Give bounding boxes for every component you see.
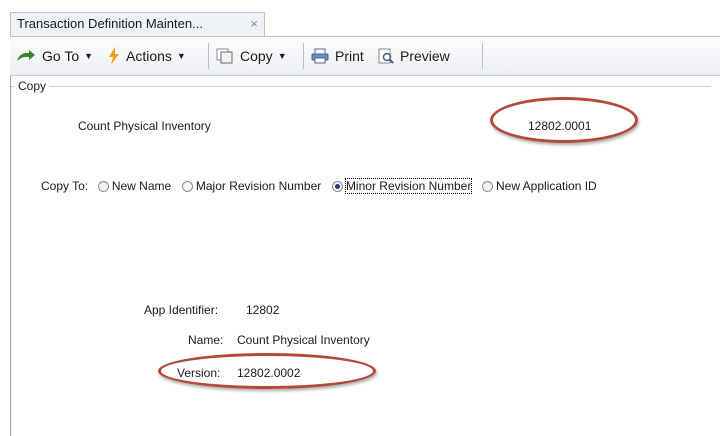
copy-to-row: Copy To: New Name Major Revision Number … bbox=[41, 178, 597, 194]
group-divider bbox=[11, 86, 711, 87]
copy-group-label: Copy bbox=[15, 79, 50, 93]
chevron-down-icon: ▼ bbox=[84, 51, 94, 61]
print-button[interactable]: Print bbox=[311, 37, 364, 75]
copy-panel: Copy Count Physical Inventory 12802.0001… bbox=[10, 76, 720, 436]
copy-label: Copy bbox=[240, 48, 273, 64]
radio-minor-revision[interactable]: Minor Revision Number bbox=[331, 178, 473, 194]
app-identifier-label: App Identifier: bbox=[144, 303, 219, 317]
chevron-down-icon: ▼ bbox=[277, 51, 287, 61]
copy-button[interactable]: Copy ▼ bbox=[216, 37, 287, 75]
radio-new-name[interactable]: New Name bbox=[97, 179, 171, 193]
preview-label: Preview bbox=[400, 48, 450, 64]
actions-bolt-icon bbox=[109, 47, 119, 65]
radio-major-revision[interactable]: Major Revision Number bbox=[181, 179, 321, 193]
toolbar-separator bbox=[482, 43, 483, 69]
source-name: Count Physical Inventory bbox=[78, 119, 211, 133]
toolbar: Go To ▼ Actions ▼ Copy ▼ Print Preview bbox=[10, 36, 720, 76]
actions-button[interactable]: Actions ▼ bbox=[108, 37, 186, 75]
tab-transaction-definition[interactable]: Transaction Definition Mainten... × bbox=[10, 12, 265, 36]
name-value: Count Physical Inventory bbox=[237, 333, 370, 347]
radio-new-application-id[interactable]: New Application ID bbox=[482, 179, 597, 193]
name-label: Name: bbox=[188, 333, 224, 347]
app-identifier-value: 12802 bbox=[246, 303, 280, 317]
highlight-ellipse-version bbox=[158, 353, 376, 389]
radio-circle-selected bbox=[331, 181, 343, 192]
printer-icon bbox=[311, 48, 329, 64]
toolbar-separator bbox=[208, 43, 209, 69]
actions-label: Actions bbox=[126, 48, 172, 64]
toolbar-separator bbox=[303, 43, 304, 69]
copy-icon bbox=[216, 48, 233, 64]
preview-button[interactable]: Preview bbox=[378, 37, 450, 75]
print-label: Print bbox=[335, 48, 364, 64]
radio-circle bbox=[181, 181, 193, 192]
close-icon[interactable]: × bbox=[250, 13, 258, 35]
tab-title: Transaction Definition Mainten... bbox=[17, 16, 203, 31]
tab-strip: Transaction Definition Mainten... × bbox=[0, 0, 720, 36]
highlight-ellipse-source-version bbox=[490, 97, 638, 143]
go-to-button[interactable]: Go To ▼ bbox=[16, 37, 93, 75]
preview-magnifier-icon bbox=[378, 48, 394, 64]
go-to-label: Go To bbox=[42, 48, 80, 64]
radio-circle bbox=[482, 181, 493, 192]
chevron-down-icon: ▼ bbox=[176, 51, 186, 61]
go-to-arrow-icon bbox=[17, 50, 35, 61]
copy-to-label: Copy To: bbox=[41, 179, 89, 193]
radio-circle bbox=[97, 181, 109, 192]
